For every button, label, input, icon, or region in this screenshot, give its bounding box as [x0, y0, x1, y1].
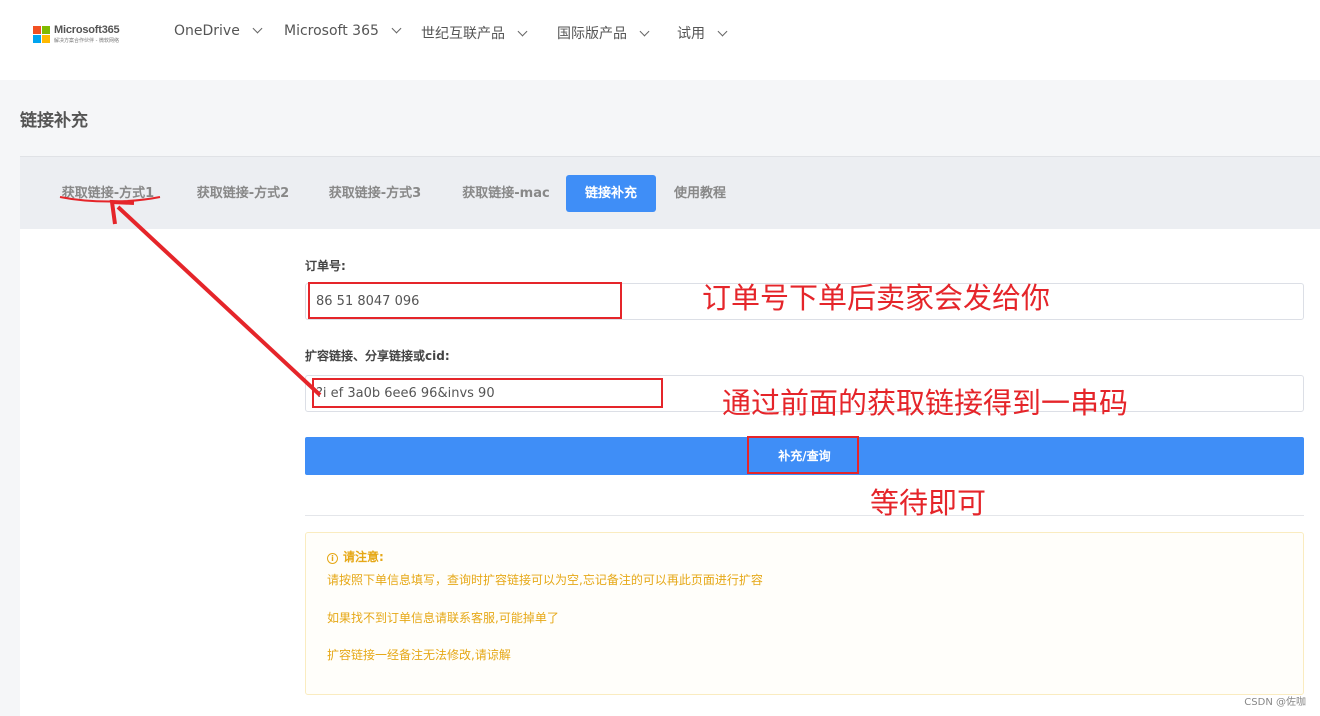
- nav-trial[interactable]: 试用: [677, 23, 728, 43]
- nav-label: 世纪互联产品: [421, 26, 505, 42]
- microsoft365-logo[interactable]: Microsoft365 解决方案合作伙伴 - 微软网络: [33, 24, 153, 47]
- tab-bar: 获取链接-方式1 获取链接-方式2 获取链接-方式3 获取链接-mac 链接补充…: [20, 156, 1320, 229]
- notice-title-text: 请注意:: [343, 550, 384, 564]
- notice-box: i 请注意: 请按照下单信息填写，查询时扩容链接可以为空,忘记备注的可以再此页面进…: [305, 532, 1304, 695]
- nav-label: OneDrive: [174, 23, 240, 39]
- link-highlight-box: [312, 378, 663, 408]
- order-highlight-box: [308, 282, 622, 319]
- page-title: 链接补充: [20, 111, 88, 131]
- divider: [305, 515, 1304, 516]
- nav-label: Microsoft 365: [284, 23, 379, 39]
- chevron-down-icon: [391, 23, 402, 34]
- notice-line: 如果找不到订单信息请联系客服,可能掉单了: [327, 611, 559, 625]
- logo-name: Microsoft365: [54, 24, 120, 36]
- chevron-down-icon: [517, 26, 528, 37]
- link-annotation: 通过前面的获取链接得到一串码: [722, 386, 1129, 420]
- chevron-down-icon: [252, 23, 263, 34]
- tab-get-link-method-3[interactable]: 获取链接-方式3: [316, 175, 434, 212]
- tab-get-link-mac[interactable]: 获取链接-mac: [450, 175, 562, 212]
- chevron-down-icon: [639, 26, 650, 37]
- nav-label: 试用: [677, 26, 705, 42]
- tab-get-link-method-1[interactable]: 获取链接-方式1: [48, 175, 168, 212]
- nav-international-products[interactable]: 国际版产品: [557, 23, 650, 43]
- microsoft-logo-icon: [33, 26, 51, 44]
- logo-tagline: 解决方案合作伙伴 - 微软网络: [54, 38, 119, 44]
- tab-link-supplement[interactable]: 链接补充: [566, 175, 656, 212]
- nav-century-products[interactable]: 世纪互联产品: [421, 23, 528, 43]
- notice-title: i 请注意:: [327, 548, 384, 565]
- csdn-watermark: CSDN @佐咖: [1244, 697, 1306, 708]
- notice-line: 扩容链接一经备注无法修改,请谅解: [327, 648, 511, 662]
- submit-annotation: 等待即可: [870, 486, 987, 520]
- tab-get-link-method-2[interactable]: 获取链接-方式2: [184, 175, 302, 212]
- info-circle-icon: i: [327, 553, 338, 564]
- link-label: 扩容链接、分享链接或cid:: [305, 349, 450, 363]
- order-number-label: 订单号:: [305, 259, 346, 273]
- submit-highlight-box: [747, 436, 859, 474]
- nav-label: 国际版产品: [557, 26, 627, 42]
- order-annotation: 订单号下单后卖家会发给你: [702, 281, 1051, 315]
- nav-onedrive[interactable]: OneDrive: [174, 23, 263, 43]
- notice-line: 请按照下单信息填写，查询时扩容链接可以为空,忘记备注的可以再此页面进行扩容: [327, 573, 763, 587]
- nav-microsoft-365[interactable]: Microsoft 365: [284, 23, 402, 43]
- tab-tutorial[interactable]: 使用教程: [666, 175, 734, 212]
- chevron-down-icon: [717, 26, 728, 37]
- top-navbar: Microsoft365 解决方案合作伙伴 - 微软网络 OneDrive Mi…: [0, 0, 1320, 80]
